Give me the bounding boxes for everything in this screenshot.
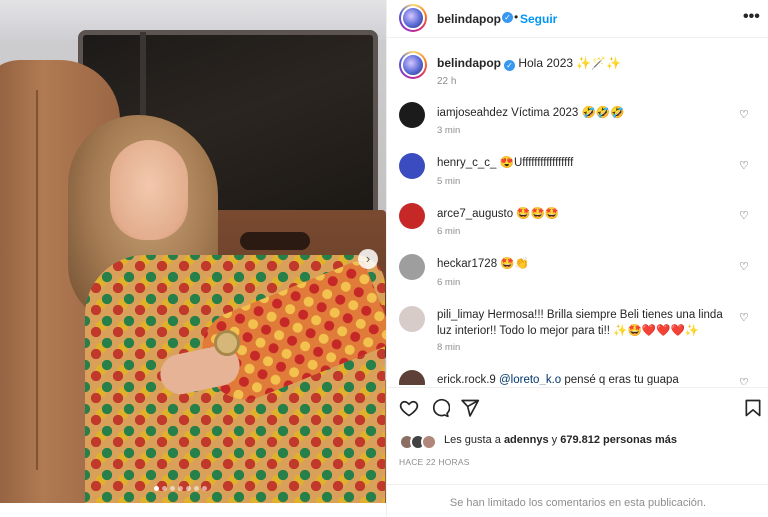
photo-bottom-strip [0,503,386,517]
verified-badge-icon: ✓ [504,60,515,71]
photo-door-handle [240,232,310,250]
carousel-dots [154,486,207,491]
likes-middle: y [548,434,561,446]
carousel-dot [170,486,175,491]
caption-text: Hola 2023 ✨🪄✨ [518,56,622,70]
comment-mention[interactable]: @loreto_k.o [499,374,561,385]
carousel-dot [162,486,167,491]
comment-text: 🤩🤩🤩 [516,208,560,220]
heart-outline-icon[interactable]: ♡ [739,161,750,172]
more-options-icon[interactable]: ••• [743,8,760,26]
likes-prefix: Les gusta a [444,434,504,446]
heart-outline-icon[interactable]: ♡ [739,211,750,222]
post-side-panel: belindapop ✓ • Seguir ••• belindapop ✓ Ho… [386,0,768,517]
comment-timestamp[interactable]: 8 min [437,342,460,353]
carousel-dot [178,486,183,491]
carousel-dot [154,486,159,491]
comment: arce7_augusto 🤩🤩🤩 [437,206,737,222]
comment-username[interactable]: iamjoseahdez [437,107,508,119]
caption-timestamp[interactable]: 22 h [437,76,456,87]
photo-seat-stitch [36,90,38,470]
comment-timestamp[interactable]: 6 min [437,226,460,237]
comment: henry_c_c_ 😍Ufffffffffffffffff [437,155,737,171]
comment-avatar[interactable] [399,370,425,385]
comment-avatar[interactable] [399,153,425,179]
comment-username[interactable]: arce7_augusto [437,208,513,220]
carousel-next-button[interactable]: › [358,249,378,269]
comment-avatar[interactable] [399,102,425,128]
comment-avatar[interactable] [399,306,425,332]
comment-text: pensé q eras tu guapa [561,374,679,385]
comment-text: Víctima 2023 🤣🤣🤣 [511,107,625,119]
comment-avatar[interactable] [399,254,425,280]
author-avatar[interactable] [399,4,427,32]
comment: pili_limay Hermosa!!! Brilla siempre Bel… [437,307,737,339]
header-separator: • [514,10,519,24]
comment-username[interactable]: pili_limay [437,309,484,321]
heart-outline-icon[interactable]: ♡ [739,378,750,386]
chevron-right-icon: › [365,251,371,266]
avatar [421,434,437,450]
comment-username[interactable]: henry_c_c_ [437,157,496,169]
author-username[interactable]: belindapop [437,12,501,26]
instagram-post-view: › belindapop ✓ • Seguir ••• belindapop ✓ … [0,0,768,517]
comment-timestamp[interactable]: 6 min [437,277,460,288]
bookmark-icon[interactable] [743,398,763,418]
post-actions: Les gusta a adennys y 679.812 personas m… [387,387,768,517]
caption: belindapop ✓ Hola 2023 ✨🪄✨ [437,56,621,71]
heart-outline-icon[interactable]: ♡ [739,313,750,324]
comment: iamjoseahdez Víctima 2023 🤣🤣🤣 [437,105,737,121]
comment-icon[interactable] [430,398,450,418]
comment-text: 🤩👏 [500,258,529,270]
follow-button[interactable]: Seguir [520,12,557,26]
liked-by-username[interactable]: adennys [504,434,549,446]
comment-username[interactable]: heckar1728 [437,258,497,270]
comment-timestamp[interactable]: 5 min [437,176,460,187]
comment: heckar1728 🤩👏 [437,256,737,272]
paper-plane-icon[interactable] [460,398,480,418]
comments-limited-notice: Se han limitado los comentarios en esta … [387,484,768,517]
comment-avatar[interactable] [399,203,425,229]
liked-by-avatars[interactable] [399,434,437,450]
likes-count[interactable]: 679.812 personas más [560,434,677,446]
caption-username[interactable]: belindapop [437,56,501,70]
carousel-dot [202,486,207,491]
post-header: belindapop ✓ • Seguir ••• [387,0,768,38]
carousel-dot [186,486,191,491]
comment: erick.rock.9 @loreto_k.o pensé q eras tu… [437,372,737,385]
photo-watch [214,330,240,356]
heart-outline-icon[interactable] [399,398,419,418]
photo-face [110,140,188,240]
likes-summary: Les gusta a adennys y 679.812 personas m… [444,434,677,446]
post-timestamp[interactable]: HACE 22 HORAS [399,457,470,467]
caption-author-avatar[interactable] [399,51,427,79]
carousel-dot [194,486,199,491]
comment-username[interactable]: erick.rock.9 [437,374,496,385]
verified-badge-icon: ✓ [502,12,513,23]
comment-text: 😍Ufffffffffffffffff [499,157,574,169]
comments-list[interactable]: belindapop ✓ Hola 2023 ✨🪄✨ 22 h iamjoseah… [387,39,768,385]
comment-timestamp[interactable]: 3 min [437,125,460,136]
heart-outline-icon[interactable]: ♡ [739,110,750,121]
post-photo[interactable]: › [0,0,386,503]
heart-outline-icon[interactable]: ♡ [739,262,750,273]
